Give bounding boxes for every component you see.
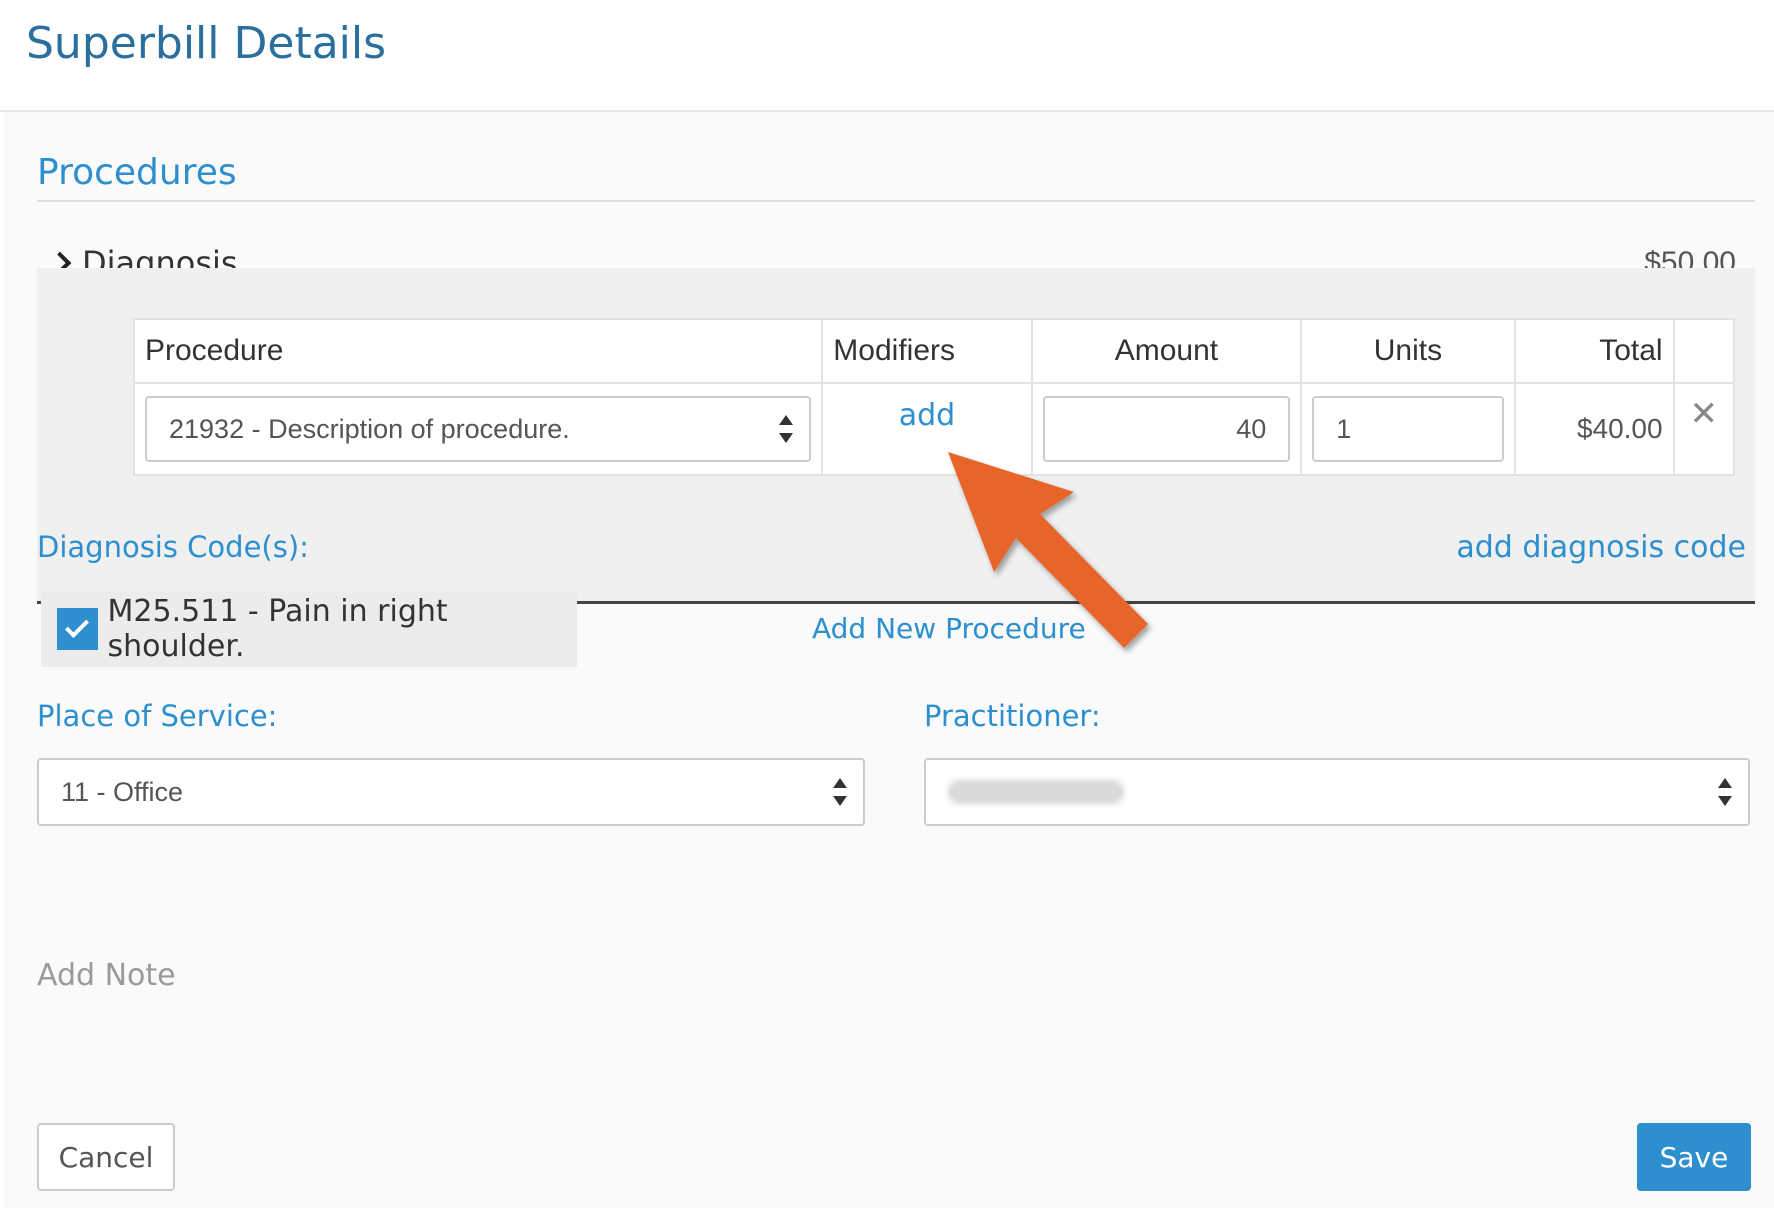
cancel-button[interactable]: Cancel: [37, 1123, 175, 1191]
column-header-modifiers: Modifiers: [821, 318, 1033, 384]
column-header-procedure: Procedure: [132, 318, 824, 384]
diagnosis-code-item[interactable]: M25.511 - Pain in right shoulder.: [41, 591, 577, 667]
units-cell: 1: [1300, 382, 1516, 476]
column-header-actions: [1672, 318, 1736, 384]
units-input[interactable]: 1: [1312, 396, 1504, 462]
place-of-service-select[interactable]: 11 - Office: [37, 758, 865, 826]
add-modifier-link[interactable]: add: [899, 398, 955, 433]
annotation-arrow-icon: [948, 452, 1148, 648]
select-arrows-icon: [1718, 774, 1732, 810]
table-row: 21932 - Description of procedure. add 40…: [132, 382, 1736, 476]
column-header-units: Units: [1300, 318, 1516, 384]
check-icon[interactable]: [57, 608, 98, 650]
add-diagnosis-code-link[interactable]: add diagnosis code: [1456, 530, 1746, 565]
diagnosis-code-text: M25.511 - Pain in right shoulder.: [107, 594, 448, 664]
place-of-service-label: Place of Service:: [37, 699, 278, 733]
procedure-table: Procedure Modifiers Amount Units Total 2…: [132, 318, 1736, 476]
table-header-row: Procedure Modifiers Amount Units Total: [132, 318, 1736, 384]
superbill-panel: Procedures Diagnosis $50.00 Add New Proc…: [4, 112, 1774, 1208]
practitioner-select[interactable]: [924, 758, 1750, 826]
select-arrows-icon: [779, 411, 794, 447]
close-icon[interactable]: ✕: [1690, 395, 1719, 433]
column-header-total: Total: [1513, 318, 1675, 384]
column-header-amount: Amount: [1030, 318, 1303, 384]
header: Superbill Details: [0, 0, 1774, 112]
select-arrows-icon: [833, 774, 847, 810]
remove-cell: ✕: [1672, 382, 1736, 476]
procedure-value: 21932 - Description of procedure.: [169, 413, 570, 444]
add-note-link[interactable]: Add Note: [37, 958, 176, 993]
page-title: Superbill Details: [26, 18, 387, 69]
procedure-cell: 21932 - Description of procedure.: [132, 382, 824, 476]
diagnosis-codes-label: Diagnosis Code(s):: [37, 530, 309, 564]
divider: [37, 200, 1755, 202]
total-cell: $40.00: [1513, 382, 1675, 476]
place-of-service-value: 11 - Office: [61, 776, 184, 807]
practitioner-value-redacted: [948, 780, 1124, 804]
save-button[interactable]: Save: [1637, 1123, 1751, 1191]
practitioner-label: Practitioner:: [924, 699, 1101, 733]
procedures-title: Procedures: [37, 152, 237, 193]
procedure-select[interactable]: 21932 - Description of procedure.: [145, 396, 812, 462]
